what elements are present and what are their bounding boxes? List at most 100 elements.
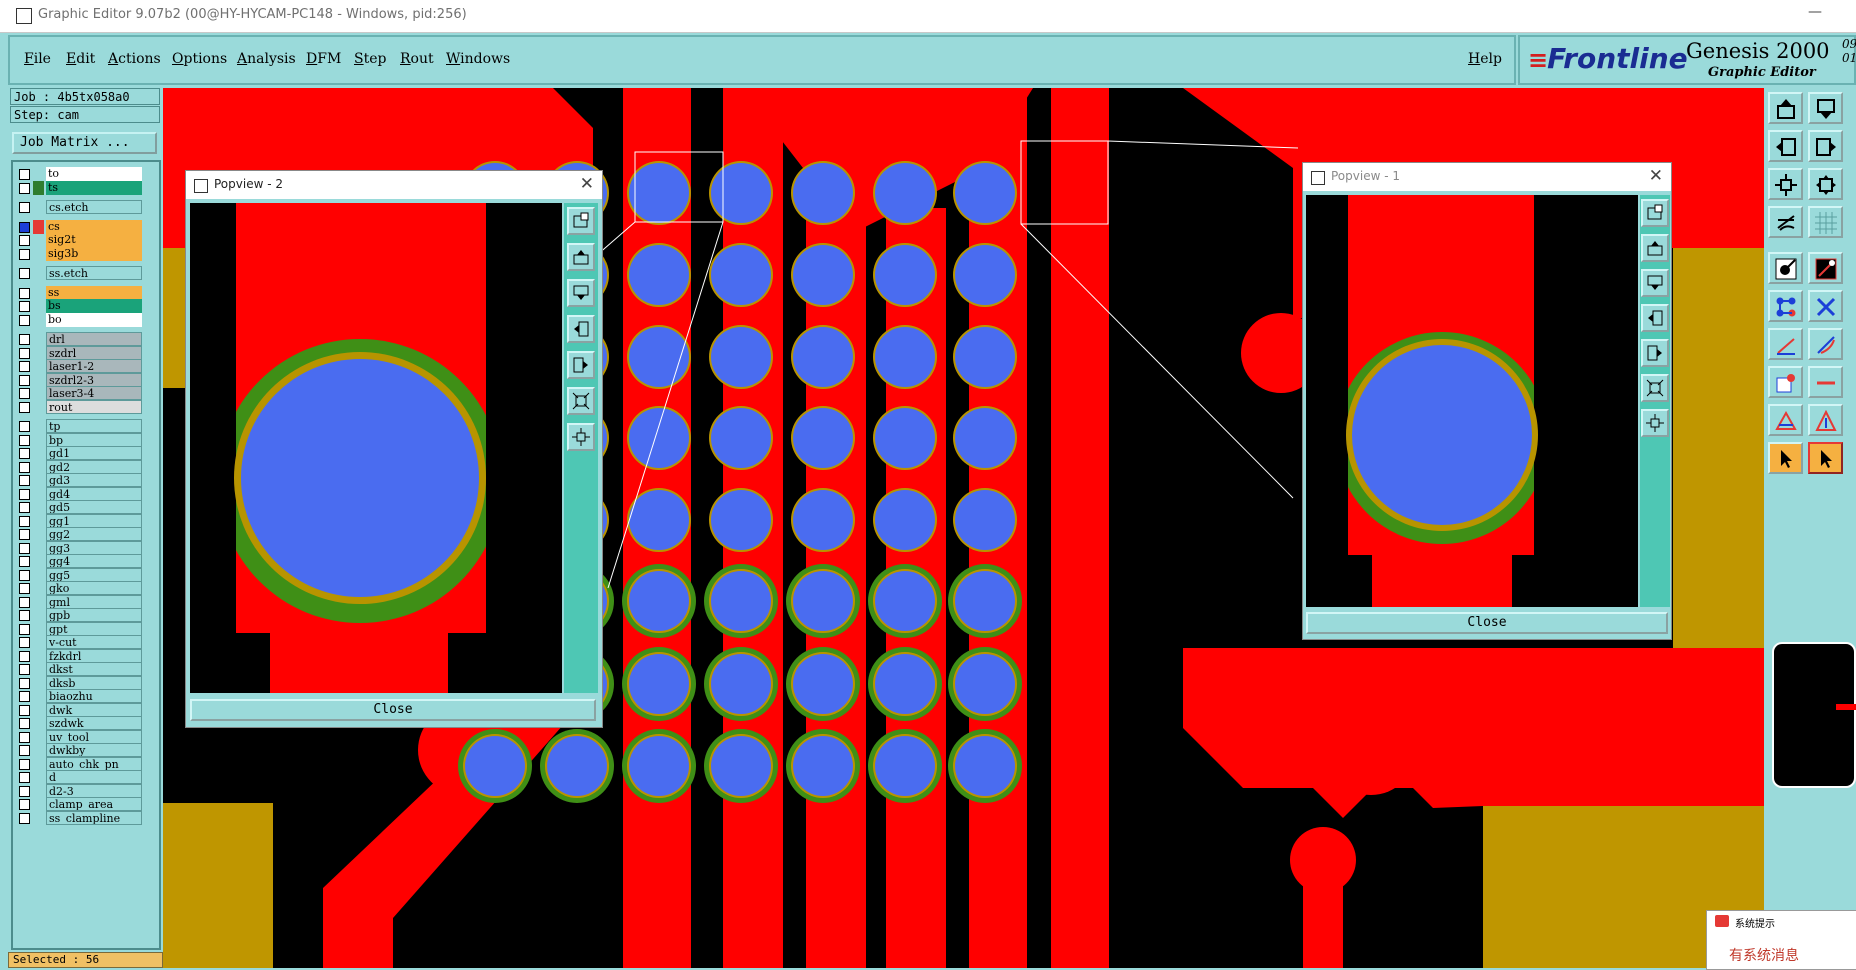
layer-checkbox[interactable]: [19, 812, 30, 824]
triangle-icon[interactable]: [1768, 404, 1803, 436]
bga-pad[interactable]: [629, 163, 689, 223]
layer-name[interactable]: cs: [46, 219, 142, 234]
bga-pad[interactable]: [711, 245, 771, 305]
menu-actions[interactable]: Actions: [108, 51, 161, 67]
pop-zoom-in-icon[interactable]: [567, 207, 595, 235]
layer-name[interactable]: szdwk: [46, 716, 142, 730]
layer-affected-marker[interactable]: [33, 400, 44, 414]
pop-zoom-out-icon[interactable]: [567, 423, 595, 451]
menu-help[interactable]: Help: [1468, 51, 1502, 67]
layer-name[interactable]: cs.etch: [46, 200, 142, 214]
layer-affected-marker[interactable]: [33, 514, 44, 528]
bga-pad[interactable]: [875, 245, 935, 305]
layer-checkbox[interactable]: [19, 182, 30, 194]
layer-affected-marker[interactable]: [33, 676, 44, 690]
layer-name[interactable]: fzkdrl: [46, 648, 142, 663]
layer-affected-marker[interactable]: [33, 689, 44, 703]
layer-checkbox[interactable]: [19, 268, 30, 279]
layer-row-bo[interactable]: bo: [13, 312, 159, 328]
popview-2-close-button[interactable]: Close: [190, 699, 596, 721]
bga-pad[interactable]: [629, 490, 689, 550]
layer-affected-marker[interactable]: [33, 266, 44, 280]
layer-checkbox[interactable]: [19, 718, 30, 729]
layer-affected-marker[interactable]: [33, 247, 44, 261]
bga-pad[interactable]: [629, 654, 689, 714]
bga-pad[interactable]: [875, 163, 935, 223]
layer-affected-marker[interactable]: [33, 662, 44, 676]
layer-name[interactable]: gml: [46, 594, 142, 609]
layer-name[interactable]: gg4: [46, 554, 142, 568]
bga-pad[interactable]: [793, 245, 853, 305]
pointer-select-icon[interactable]: [1808, 442, 1843, 474]
pop-right-icon[interactable]: [1641, 339, 1669, 367]
arc-tool-icon[interactable]: [1808, 328, 1843, 360]
layer-checkbox[interactable]: [19, 772, 30, 783]
pop-left-icon[interactable]: [1641, 304, 1669, 332]
bga-pad[interactable]: [955, 245, 1015, 305]
layer-checkbox[interactable]: [19, 569, 30, 581]
popview-2-view[interactable]: [190, 203, 562, 693]
layer-affected-marker[interactable]: [33, 487, 44, 501]
pan-right-icon[interactable]: [1808, 130, 1843, 162]
pop-zoom-in-icon[interactable]: [1641, 199, 1669, 227]
layer-row-sig3b[interactable]: sig3b: [13, 246, 159, 262]
bga-pad[interactable]: [955, 654, 1015, 714]
close-icon[interactable]: ✕: [580, 174, 594, 194]
layer-name[interactable]: gpb: [46, 608, 142, 622]
minimize-button[interactable]: —: [1808, 4, 1822, 20]
layer-row-ss.etch[interactable]: ss.etch: [13, 266, 159, 281]
bga-pad[interactable]: [629, 327, 689, 387]
layer-name[interactable]: ss.etch: [46, 266, 142, 280]
layer-name[interactable]: tp: [46, 419, 142, 433]
layer-checkbox[interactable]: [19, 677, 30, 689]
layer-affected-marker[interactable]: [33, 716, 44, 730]
bga-pad[interactable]: [793, 736, 853, 796]
layer-affected-marker[interactable]: [33, 460, 44, 474]
bga-pad[interactable]: [793, 654, 853, 714]
bga-pad[interactable]: [711, 654, 771, 714]
layer-affected-marker[interactable]: [33, 167, 44, 181]
layer-name[interactable]: to: [46, 167, 142, 181]
menu-file[interactable]: File: [24, 51, 51, 67]
menu-edit[interactable]: Edit: [66, 51, 95, 67]
layer-checkbox[interactable]: [19, 248, 30, 260]
layer-checkbox[interactable]: [19, 401, 30, 413]
bga-pad[interactable]: [793, 163, 853, 223]
layer-name[interactable]: ss_clampline: [46, 810, 142, 825]
layer-row-ss_clampline[interactable]: ss_clampline: [13, 810, 159, 826]
pop-down-icon[interactable]: [1641, 269, 1669, 297]
highlight-icon[interactable]: [1808, 252, 1843, 284]
bga-pad[interactable]: [793, 408, 853, 468]
layer-affected-marker[interactable]: [33, 568, 44, 582]
bga-pad[interactable]: [955, 571, 1015, 631]
layer-affected-marker[interactable]: [33, 286, 44, 300]
layer-checkbox[interactable]: [19, 785, 30, 797]
bga-pad[interactable]: [955, 736, 1015, 796]
layer-name[interactable]: gpt: [46, 621, 142, 636]
line-tool-icon[interactable]: [1768, 328, 1803, 360]
layer-checkbox[interactable]: [19, 596, 30, 608]
layer-affected-marker[interactable]: [33, 446, 44, 460]
layer-affected-marker[interactable]: [33, 219, 44, 234]
bga-pad[interactable]: [711, 490, 771, 550]
layer-name[interactable]: uv_tool: [46, 729, 142, 744]
layer-checkbox[interactable]: [19, 287, 30, 299]
layer-row-rout[interactable]: rout: [13, 399, 159, 415]
layer-name[interactable]: gd2: [46, 459, 142, 474]
layer-affected-marker[interactable]: [33, 608, 44, 622]
layer-affected-marker[interactable]: [33, 581, 44, 595]
layer-checkbox[interactable]: [19, 448, 30, 459]
popview-1-view[interactable]: [1306, 195, 1638, 607]
layer-affected-marker[interactable]: [33, 757, 44, 771]
zoom-home-icon[interactable]: [1768, 92, 1803, 124]
layer-name[interactable]: gd3: [46, 473, 142, 487]
layer-affected-marker[interactable]: [33, 313, 44, 327]
layer-affected-marker[interactable]: [33, 635, 44, 649]
layer-name[interactable]: gg2: [46, 527, 142, 541]
bga-pad[interactable]: [629, 245, 689, 305]
bga-pad[interactable]: [875, 571, 935, 631]
layer-name[interactable]: gg5: [46, 567, 142, 582]
layer-name[interactable]: sig2t: [46, 233, 142, 247]
layer-affected-marker[interactable]: [33, 703, 44, 717]
layer-name[interactable]: gg1: [46, 513, 142, 528]
